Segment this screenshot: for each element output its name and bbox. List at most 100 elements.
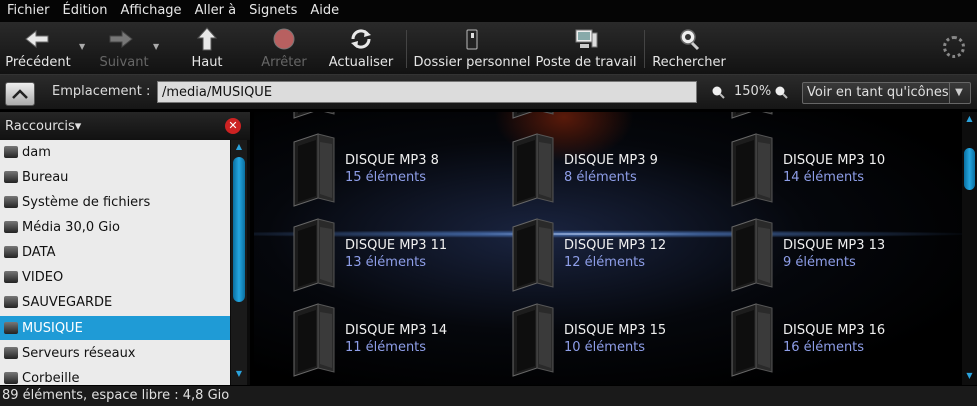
sidebar-item-bureau[interactable]: Bureau <box>0 165 230 189</box>
sidebar-item-corbeille[interactable]: Corbeille <box>0 366 230 385</box>
drive-icon <box>4 322 18 334</box>
sidebar-item-label: DATA <box>22 244 56 260</box>
search-button[interactable]: Rechercher <box>650 22 728 74</box>
status-bar: 89 éléments, espace libre : 4,8 Gio <box>0 386 977 406</box>
menu-signets[interactable]: Signets <box>242 0 303 22</box>
folder-icon <box>288 217 348 293</box>
back-history-chevron-icon[interactable]: ▼ <box>79 42 85 51</box>
activity-spinner-icon <box>943 36 965 58</box>
menu-affichage[interactable]: Affichage <box>113 0 187 22</box>
zoom-level[interactable]: 150% <box>734 84 771 99</box>
folder-item[interactable]: DISQUE MP3 10 14 éléments <box>726 132 936 210</box>
forward-arrow-icon <box>109 29 133 49</box>
sidebar-title: Raccourcis <box>5 119 75 134</box>
location-toggle-button[interactable] <box>5 82 35 106</box>
folder-icon <box>288 132 348 208</box>
folder-item[interactable]: DISQUE MP3 11 13 éléments <box>288 217 498 295</box>
forward-button[interactable]: Suivant <box>92 22 156 74</box>
back-arrow-icon <box>25 29 49 49</box>
location-label: Emplacement : <box>52 84 151 99</box>
scroll-down-icon[interactable]: ▼ <box>964 371 975 383</box>
folder-item[interactable]: DISQUE MP3 8 15 éléments <box>288 132 498 210</box>
icon-view[interactable]: DISQUE MP3 8 15 éléments DISQUE MP3 9 8 élé… <box>254 112 962 385</box>
scroll-up-icon[interactable]: ▲ <box>964 114 975 126</box>
zoom-out-icon[interactable] <box>711 85 725 99</box>
sidebar-list: dam Bureau Système de fichiers Média 30,… <box>0 140 230 385</box>
back-button[interactable]: Précédent <box>0 22 76 74</box>
sidebar-item-label: Système de fichiers <box>22 194 151 210</box>
menu-edition[interactable]: Édition <box>56 0 114 22</box>
folder-icon <box>507 132 567 208</box>
sidebar-item-musique[interactable]: MUSIQUE <box>0 316 230 340</box>
menu-aller[interactable]: Aller à <box>188 0 243 22</box>
folder-item[interactable]: DISQUE MP3 14 11 éléments <box>288 302 498 380</box>
sidebar-item-systeme[interactable]: Système de fichiers <box>0 190 230 214</box>
sidebar-item-serveurs[interactable]: Serveurs réseaux <box>0 341 230 365</box>
home-label: Dossier personnel <box>413 55 531 70</box>
location-bar: Emplacement : 150% Voir en tant qu'icône… <box>0 75 977 109</box>
sidebar-title-dropdown[interactable]: Raccourcis▾ <box>5 119 81 134</box>
sidebar: Raccourcis▾ ✕ dam Bureau Système de fich… <box>0 112 250 385</box>
up-label: Haut <box>191 55 223 70</box>
toolbar-separator <box>406 30 407 68</box>
computer-button[interactable]: Poste de travail <box>534 22 638 74</box>
reload-button[interactable]: Actualiser <box>326 22 396 74</box>
view-mode-select[interactable]: Voir en tant qu'icônes ▼ <box>802 82 971 104</box>
folder-item[interactable]: DISQUE MP3 15 10 éléments <box>507 302 717 380</box>
sidebar-scrollbar-thumb[interactable] <box>233 157 245 302</box>
location-input[interactable] <box>157 81 697 103</box>
forward-history-chevron-icon[interactable]: ▼ <box>153 42 159 51</box>
sidebar-item-data[interactable]: DATA <box>0 240 230 264</box>
desktop-icon <box>4 171 18 183</box>
folder-item-count: 9 éléments <box>783 255 856 270</box>
folder-icon <box>288 302 348 378</box>
drive-icon <box>4 221 18 233</box>
status-text: 89 éléments, espace libre : 4,8 Gio <box>2 388 230 403</box>
home-button[interactable]: Dossier personnel <box>413 22 531 74</box>
folder-name: DISQUE MP3 12 <box>564 238 667 253</box>
zoom-in-icon[interactable] <box>774 85 788 99</box>
menu-fichier[interactable]: Fichier <box>0 0 56 22</box>
folder-item-count: 16 éléments <box>783 340 865 355</box>
home-folder-icon <box>466 29 478 50</box>
main-scrollbar-thumb[interactable] <box>964 148 975 190</box>
sidebar-header: Raccourcis▾ ✕ <box>0 112 250 140</box>
drive-icon <box>4 296 18 308</box>
folder-name: DISQUE MP3 9 <box>564 153 658 168</box>
sidebar-item-media[interactable]: Média 30,0 Gio <box>0 215 230 239</box>
main-scrollbar[interactable]: ▲ ▼ <box>962 112 977 385</box>
folder-item-count: 8 éléments <box>564 170 637 185</box>
folder-icon <box>726 302 786 378</box>
sidebar-item-label: VIDEO <box>22 269 64 285</box>
stop-icon <box>273 28 295 50</box>
sidebar-item-sauvegarde[interactable]: SAUVEGARDE <box>0 290 230 314</box>
folder-name: DISQUE MP3 14 <box>345 323 448 338</box>
folder-item[interactable]: DISQUE MP3 9 8 éléments <box>507 132 717 210</box>
folder-item[interactable]: DISQUE MP3 12 12 éléments <box>507 217 717 295</box>
chevron-down-icon: ▼ <box>949 83 968 103</box>
folder-item-count: 14 éléments <box>783 170 865 185</box>
toolbar: Précédent ▼ Suivant ▼ Haut Arrêter Actua… <box>0 22 977 75</box>
folder-name: DISQUE MP3 8 <box>345 153 439 168</box>
sidebar-item-video[interactable]: VIDEO <box>0 265 230 289</box>
close-icon[interactable]: ✕ <box>225 118 241 134</box>
sidebar-item-label: MUSIQUE <box>22 320 83 336</box>
sidebar-item-dam[interactable]: dam <box>0 140 230 164</box>
folder-icon <box>507 112 567 124</box>
folder-icon <box>726 112 786 124</box>
sidebar-scrollbar[interactable]: ▲ ▼ <box>231 140 247 385</box>
stop-button[interactable]: Arrêter <box>256 22 312 74</box>
folder-item-count: 10 éléments <box>564 340 646 355</box>
folder-item[interactable]: DISQUE MP3 16 16 éléments <box>726 302 936 380</box>
up-button[interactable]: Haut <box>180 22 234 74</box>
folder-item[interactable]: DISQUE MP3 13 9 éléments <box>726 217 936 295</box>
folder-icon <box>726 132 786 208</box>
network-icon <box>4 347 18 359</box>
up-arrow-icon <box>196 27 218 51</box>
folder-name: DISQUE MP3 15 <box>564 323 667 338</box>
menubar: Fichier Édition Affichage Aller à Signet… <box>0 0 977 22</box>
scroll-up-icon[interactable]: ▲ <box>233 142 245 156</box>
home-icon <box>4 146 18 158</box>
menu-aide[interactable]: Aide <box>303 0 345 22</box>
scroll-down-icon[interactable]: ▼ <box>233 369 245 383</box>
